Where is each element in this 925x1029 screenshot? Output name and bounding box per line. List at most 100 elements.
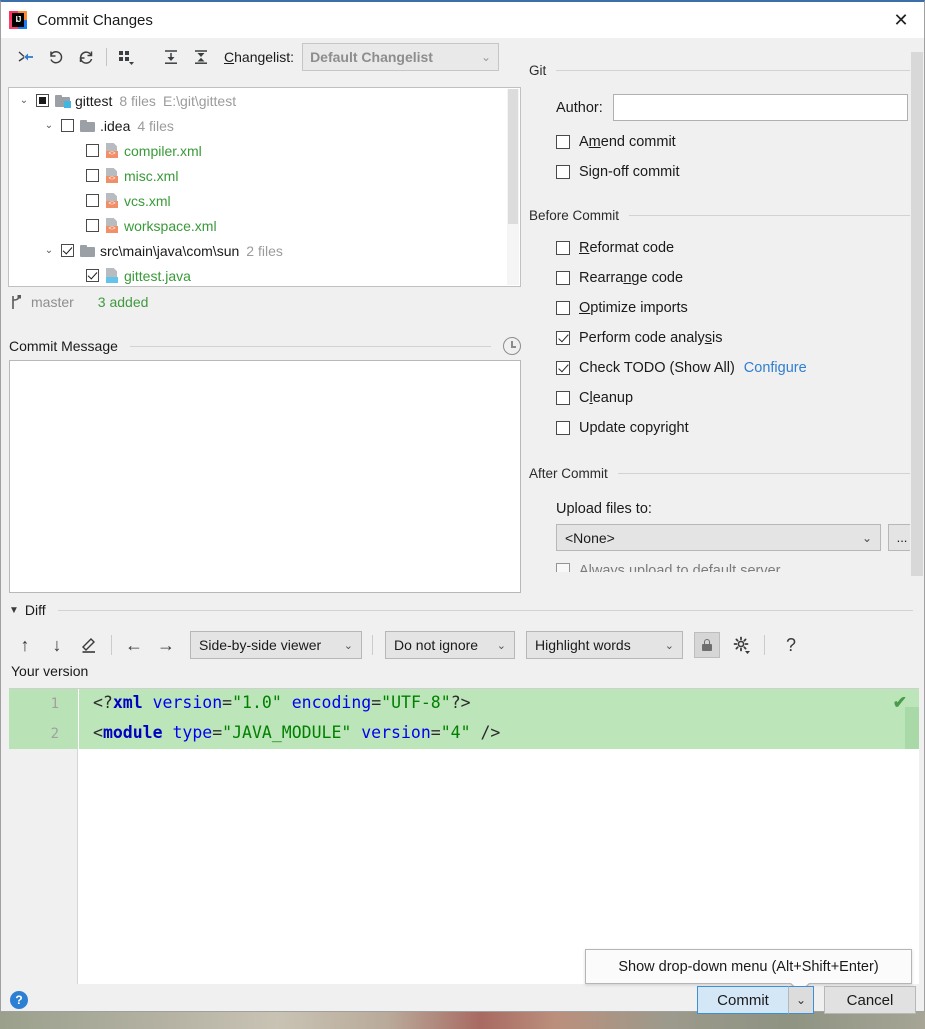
code-line: <module type="JAVA_MODULE" version="4" /… (93, 723, 500, 742)
tree-row[interactable]: ⌄ .idea 4 files (9, 113, 507, 138)
option-row-reformat-code[interactable]: Reformat code (529, 233, 925, 263)
tree-row-checkbox[interactable] (86, 144, 99, 157)
changelist-dropdown[interactable]: Default Changelist ⌄ (302, 43, 500, 71)
option-row-check-todo[interactable]: Check TODO (Show All) Configure (529, 353, 925, 383)
code-token: < (93, 723, 103, 742)
refresh-icon[interactable] (71, 44, 101, 70)
author-label: Author: (556, 99, 603, 116)
triangle-down-icon[interactable]: ▼ (9, 605, 19, 616)
tooltip: Show drop-down menu (Alt+Shift+Enter) (585, 949, 912, 993)
options-scrollbar-thumb[interactable] (911, 52, 923, 576)
diff-minimap-marker[interactable] (905, 707, 919, 749)
java-file-icon (105, 268, 119, 283)
clipped-option-label: Always upload to default server (579, 562, 781, 572)
whitespace-mode-dropdown[interactable]: Do not ignore ⌄ (385, 631, 515, 659)
rearrange-code-checkbox[interactable] (556, 271, 570, 285)
option-row-perform-code-analysis[interactable]: Perform code analysis (529, 323, 925, 353)
tree-row-checkbox[interactable] (86, 269, 99, 282)
clipped-checkbox[interactable] (556, 562, 570, 572)
group-by-icon[interactable] (112, 44, 142, 70)
option-row-rearrange-code[interactable]: Rearrange code (529, 263, 925, 293)
code-token: version (152, 693, 223, 712)
tree-row-checkbox[interactable] (86, 169, 99, 182)
check-todo-label: Check TODO (Show All) (579, 360, 735, 376)
code-token: = (371, 693, 382, 712)
expand-all-icon[interactable] (156, 44, 186, 70)
xml-file-icon: <> (105, 168, 119, 183)
line-number: 1 (50, 696, 59, 712)
tree-row-checkbox[interactable] (61, 119, 74, 132)
clock-history-icon[interactable] (503, 337, 521, 355)
sign-off-commit-checkbox[interactable] (556, 165, 570, 179)
option-row-sign-off-commit[interactable]: Sign-off commit (529, 157, 925, 187)
option-row-cleanup[interactable]: Cleanup (529, 383, 925, 413)
move-to-another-changelist-icon[interactable] (11, 44, 41, 70)
help-icon[interactable]: ? (10, 991, 28, 1009)
lock-icon[interactable] (694, 632, 720, 658)
tree-row[interactable]: <> compiler.xml (9, 138, 507, 163)
configure-link[interactable]: Configure (744, 360, 807, 376)
option-row-amend-commit[interactable]: Amend commit (529, 127, 925, 157)
diff-section-header[interactable]: ▼ Diff (9, 600, 919, 620)
chevron-down-icon[interactable]: ⌄ (42, 244, 56, 258)
tree-scrollbar[interactable] (507, 89, 519, 285)
check-todo-checkbox[interactable] (556, 361, 570, 375)
diff-viewer[interactable]: 1 2 <?xml version="1.0" encoding="UTF-8"… (9, 688, 919, 984)
tree-row-name: vcs.xml (124, 192, 171, 209)
changelist-label-mnemonic: C (224, 49, 235, 65)
optimize-imports-checkbox[interactable] (556, 301, 570, 315)
tree-scrollbar-thumb[interactable] (508, 89, 518, 224)
tree-row-checkbox[interactable] (86, 194, 99, 207)
highlight-mode-dropdown[interactable]: Highlight words ⌄ (526, 631, 683, 659)
tree-row[interactable]: <> workspace.xml (9, 213, 507, 238)
code-pane[interactable]: <?xml version="1.0" encoding="UTF-8"?> <… (79, 689, 919, 984)
tree-row[interactable]: gittest.java (9, 263, 507, 286)
code-token: type (172, 723, 213, 742)
folder-vcs-icon (55, 94, 71, 108)
tree-row-checkbox[interactable] (36, 94, 49, 107)
tree-row[interactable]: ⌄ src\main\java\com\sun 2 files (9, 238, 507, 263)
commit-message-input[interactable] (9, 360, 521, 593)
edit-source-icon[interactable] (73, 631, 105, 659)
collapse-all-icon[interactable] (186, 44, 216, 70)
option-row-optimize-imports[interactable]: Optimize imports (529, 293, 925, 323)
perform-code-analysis-checkbox[interactable] (556, 331, 570, 345)
tree-row-checkbox[interactable] (61, 244, 74, 257)
tree-row[interactable]: ⌄ gittest 8 files E:\git\gittest (9, 88, 507, 113)
commit-dropdown-button[interactable]: ⌄ (788, 986, 814, 1014)
next-difference-icon[interactable]: ↓ (41, 631, 73, 659)
chevron-down-icon[interactable]: ⌄ (42, 119, 56, 133)
tree-row-name: gittest.java (124, 267, 191, 284)
cancel-button[interactable]: Cancel (824, 986, 916, 1014)
window-title: Commit Changes (37, 11, 153, 29)
previous-difference-icon[interactable]: ↑ (9, 631, 41, 659)
commit-button[interactable]: Commit (697, 986, 789, 1014)
tree-row[interactable]: <> vcs.xml (9, 188, 507, 213)
amend-commit-checkbox[interactable] (556, 135, 570, 149)
accept-right-icon[interactable]: → (150, 631, 182, 659)
chevron-down-icon[interactable]: ⌄ (17, 94, 31, 108)
changed-files-tree[interactable]: ⌄ gittest 8 files E:\git\gittest ⌄ .idea 4 fil… (8, 87, 521, 287)
clipped-option-row[interactable]: Always upload to default server (529, 560, 925, 574)
update-copyright-label: Update copyright (579, 420, 689, 436)
close-icon[interactable]: ✕ (878, 2, 924, 38)
update-copyright-checkbox[interactable] (556, 421, 570, 435)
accept-left-icon[interactable]: ← (118, 631, 150, 659)
options-scrollbar[interactable] (910, 50, 924, 600)
gear-icon[interactable] (726, 631, 758, 659)
commit-message-label: Commit Message (9, 338, 118, 354)
upload-target-dropdown[interactable]: <None> ⌄ (556, 524, 881, 551)
option-row-update-copyright[interactable]: Update copyright (529, 413, 925, 443)
tree-row-checkbox[interactable] (86, 219, 99, 232)
tree-row[interactable]: <> misc.xml (9, 163, 507, 188)
cleanup-checkbox[interactable] (556, 391, 570, 405)
rollback-icon[interactable] (41, 44, 71, 70)
author-field[interactable] (612, 94, 908, 121)
help-icon[interactable]: ? (775, 631, 807, 659)
tree-row-file-count: 8 files (119, 92, 156, 109)
code-token: = (430, 723, 441, 742)
reformat-code-checkbox[interactable] (556, 241, 570, 255)
viewer-mode-dropdown[interactable]: Side-by-side viewer ⌄ (190, 631, 362, 659)
